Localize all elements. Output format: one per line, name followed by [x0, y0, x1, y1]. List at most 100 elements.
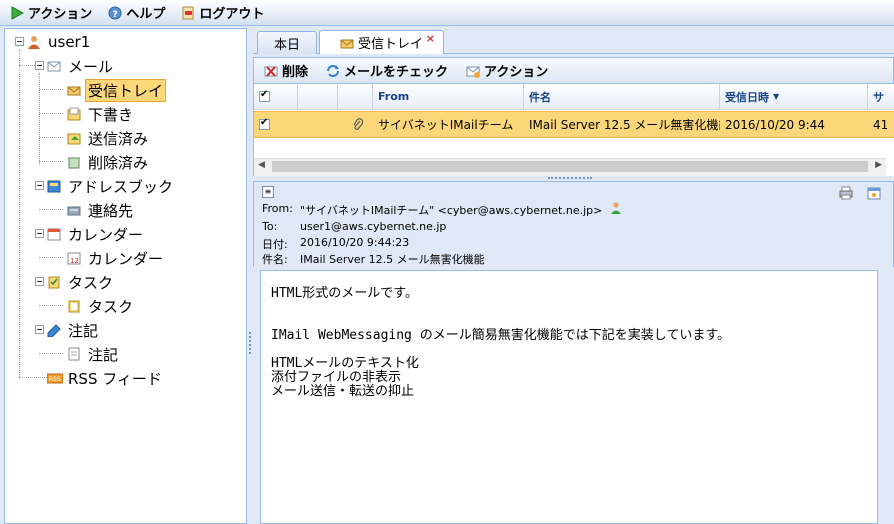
tab-label: 本日 [273, 37, 300, 53]
delete-icon [264, 64, 278, 78]
tree-node-label: タスク [88, 297, 134, 316]
mail-action-button[interactable]: アクション [462, 59, 556, 82]
select-all-checkbox[interactable] [259, 89, 270, 102]
logout-button[interactable]: ログアウト [177, 1, 272, 24]
collapse-toggle[interactable] [35, 325, 44, 334]
tree-node-label: 連絡先 [88, 201, 134, 220]
tree-node-notes[interactable]: 注記 [67, 343, 121, 365]
tab-inbox[interactable]: 受信トレイ × [319, 30, 444, 54]
tree-line [19, 377, 49, 378]
received-column-header[interactable]: 受信日時 ▼ [720, 84, 868, 110]
tree-node-label: アドレスブック [68, 177, 174, 196]
tree-node-sent[interactable]: 送信済み [67, 127, 151, 149]
size-column-header[interactable]: サ [868, 84, 894, 110]
tab-today[interactable]: 本日 [257, 31, 317, 54]
row-checkbox-cell[interactable] [254, 111, 298, 138]
scrollbar-thumb[interactable] [272, 161, 868, 172]
tree-node-contacts[interactable]: 連絡先 [67, 199, 136, 221]
message-headers: ≡ From: "サイバネットIMailチーム" <cyber@aws.cybe… [253, 181, 894, 267]
subject-column-header[interactable]: 件名 [524, 84, 720, 110]
attachment-column-header[interactable] [338, 84, 373, 110]
from-column-header[interactable]: From [373, 84, 524, 110]
tree-node-mail[interactable]: メール [47, 55, 116, 77]
tree-node-inbox[interactable]: 受信トレイ [67, 78, 167, 102]
tree-node-deleted[interactable]: 削除済み [67, 151, 151, 173]
tree-node-label: 送信済み [88, 129, 149, 148]
tree-node-calendar[interactable]: 12 カレンダー [67, 247, 166, 269]
header-subject-label: 件名: [262, 253, 288, 266]
message-body: HTML形式のメールです。 IMail WebMessaging のメール簡易無… [260, 270, 878, 524]
tree-node-rss[interactable]: RSS RSS フィード [46, 367, 165, 389]
tree-node-label: メール [68, 57, 114, 76]
row-received: 2016/10/20 9:44 [725, 117, 825, 132]
collapse-toggle[interactable] [35, 229, 44, 238]
tree-line [39, 73, 40, 165]
tree-line [19, 65, 35, 66]
tree-node-tasks-group[interactable]: タスク [47, 271, 116, 293]
print-icon[interactable] [839, 186, 853, 203]
tree-node-label: カレンダー [68, 225, 144, 244]
add-contact-icon[interactable] [610, 202, 623, 218]
help-label: ヘルプ [126, 7, 166, 22]
action-menu-button[interactable]: アクション [6, 1, 100, 24]
flag-column-header[interactable] [298, 84, 338, 110]
header-from-label: From: [262, 202, 293, 215]
play-icon [10, 5, 25, 20]
header-to-label: To: [262, 220, 278, 233]
scroll-left-icon[interactable]: ◀ [258, 160, 265, 170]
column-label: From [378, 90, 410, 103]
collapse-toggle[interactable] [35, 277, 44, 286]
svg-text:?: ? [113, 10, 118, 20]
tree-line [39, 89, 63, 90]
scroll-right-icon[interactable]: ▶ [875, 160, 882, 170]
splitter-grip[interactable] [249, 332, 253, 354]
header-from-value: "サイバネットIMailチーム" <cyber@aws.cybernet.ne.… [300, 204, 603, 217]
tree-node-label: user1 [48, 33, 91, 51]
contacts-icon [67, 203, 81, 217]
collapse-toggle[interactable] [35, 61, 44, 70]
inbox-icon [340, 36, 354, 50]
delete-label: 削除 [282, 65, 309, 80]
tree-node-tasks[interactable]: タスク [67, 295, 136, 317]
tree-node-label: 注記 [88, 345, 119, 364]
notes-icon [47, 323, 61, 338]
envelope-icon [47, 59, 61, 73]
tree-line [39, 305, 63, 306]
header-date-label: 日付: [262, 238, 288, 251]
collapse-toggle[interactable] [15, 37, 24, 46]
tree-node-drafts[interactable]: 下書き [67, 103, 136, 125]
row-checkbox[interactable] [259, 117, 270, 130]
splitter-grip[interactable] [548, 177, 592, 179]
row-size: 41 [873, 117, 889, 132]
check-mail-button[interactable]: メールをチェック [322, 59, 456, 82]
header-from-row: From: "サイバネットIMailチーム" <cyber@aws.cybern… [262, 202, 623, 218]
folder-tree: user1 メール 受信トレイ 下書き 送信済み 削除済み アドレスブック 連絡… [4, 28, 247, 524]
rss-icon: RSS [46, 371, 64, 385]
header-to-row: To: user1@aws.cybernet.ne.jp [262, 220, 446, 233]
calendar-icon [47, 227, 61, 241]
popout-icon[interactable] [867, 186, 881, 203]
delete-button[interactable]: 削除 [260, 59, 316, 82]
tree-node-user[interactable]: user1 [27, 31, 93, 53]
column-label: 件名 [529, 90, 551, 104]
tree-line [19, 49, 20, 377]
collapse-toggle[interactable] [35, 181, 44, 190]
panel-edge [878, 270, 894, 524]
tree-node-label: タスク [68, 273, 114, 292]
tree-node-calendar-group[interactable]: カレンダー [47, 223, 146, 245]
select-all-header[interactable] [254, 84, 298, 110]
close-icon[interactable]: × [426, 32, 435, 45]
logout-label: ログアウト [199, 7, 265, 22]
help-button[interactable]: ? ヘルプ [104, 1, 173, 24]
header-toggle-icon[interactable]: ≡ [262, 186, 274, 198]
sort-desc-icon: ▼ [773, 92, 780, 101]
sent-folder-icon [67, 131, 81, 145]
tab-strip: 本日 受信トレイ × [253, 28, 894, 54]
action-menu-label: アクション [28, 7, 93, 22]
tree-node-addressbook[interactable]: アドレスブック [47, 175, 176, 197]
tree-node-label: RSS フィード [68, 369, 162, 388]
note-page-icon [67, 347, 81, 361]
tree-node-label: 削除済み [88, 153, 149, 172]
tree-node-notes-group[interactable]: 注記 [47, 319, 101, 341]
tree-line [39, 113, 63, 114]
